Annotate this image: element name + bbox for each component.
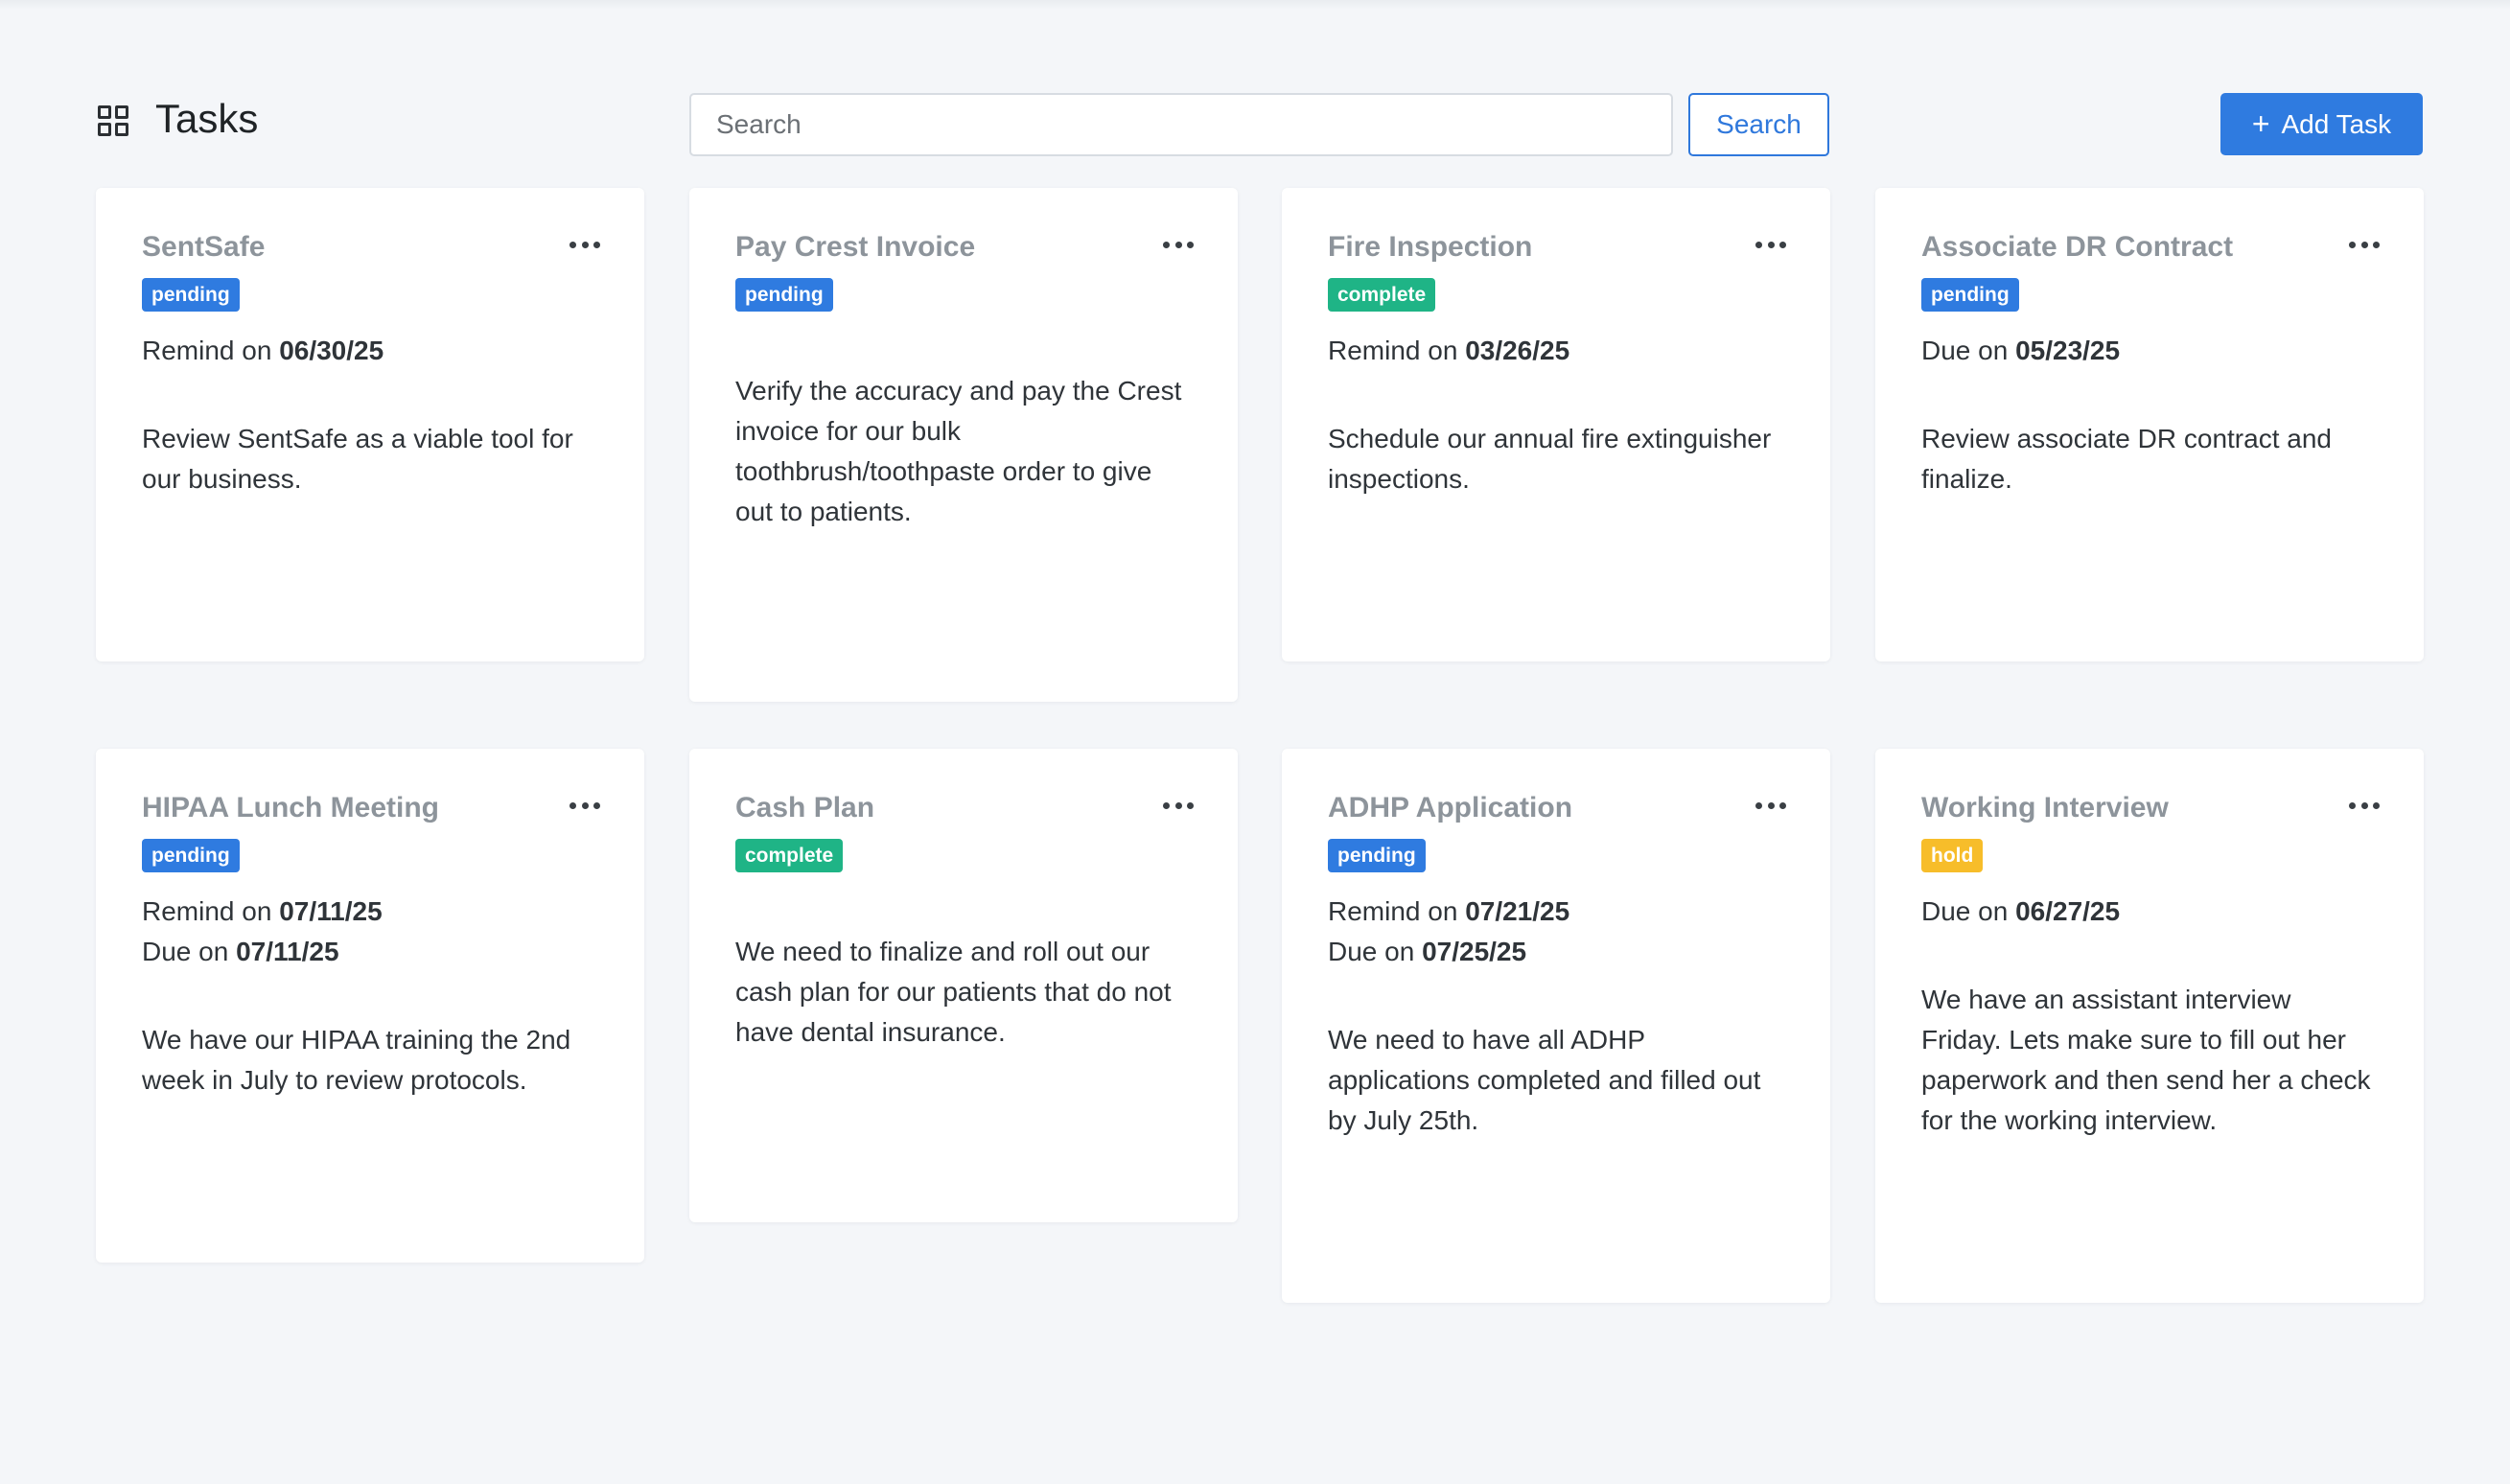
more-options-icon[interactable] — [1755, 242, 1786, 249]
card-description: We need to have all ADHP applications co… — [1328, 1025, 1761, 1135]
card-header: Working Interview — [1921, 749, 2380, 845]
card-header: Pay Crest Invoice — [735, 188, 1194, 284]
remind-line: Remind on 07/21/25 — [1328, 892, 1784, 932]
status-badge: complete — [735, 839, 844, 872]
remind-label: Remind on — [142, 896, 272, 926]
remind-date: 06/30/25 — [279, 336, 384, 365]
task-card-hipaa-lunch-meeting[interactable]: HIPAA Lunch Meeting pending Remind on 07… — [96, 749, 644, 1263]
card-title: Working Interview — [1921, 792, 2169, 823]
card-title: ADHP Application — [1328, 792, 1573, 823]
card-description: We need to finalize and roll out our cas… — [735, 937, 1172, 1047]
task-card-fire-inspection[interactable]: Fire Inspection complete Remind on 03/26… — [1282, 188, 1830, 661]
status-badge: pending — [142, 839, 240, 872]
card-description: We have our HIPAA training the 2nd week … — [142, 1025, 571, 1095]
task-card-associate-dr-contract[interactable]: Associate DR Contract pending Due on 05/… — [1875, 188, 2424, 661]
card-header: ADHP Application — [1328, 749, 1786, 845]
more-options-icon[interactable] — [569, 802, 600, 810]
card-header: Associate DR Contract — [1921, 188, 2380, 284]
due-date: 07/25/25 — [1422, 937, 1527, 966]
task-card-cash-plan[interactable]: Cash Plan complete We need to finalize a… — [689, 749, 1238, 1222]
remind-date: 03/26/25 — [1465, 336, 1570, 365]
remind-label: Remind on — [1328, 896, 1458, 926]
card-header: Fire Inspection — [1328, 188, 1786, 284]
more-options-icon[interactable] — [569, 242, 600, 249]
search-button[interactable]: Search — [1688, 93, 1829, 156]
due-label: Due on — [142, 937, 229, 966]
remind-date: 07/21/25 — [1465, 896, 1570, 926]
page-title: Tasks — [155, 96, 259, 141]
page: Tasks Search + Add Task SentSafe pending… — [0, 0, 2510, 1484]
status-badge: pending — [735, 278, 833, 312]
status-badge: pending — [1921, 278, 2019, 312]
grid-icon — [96, 102, 130, 136]
card-description: Verify the accuracy and pay the Crest in… — [735, 376, 1182, 526]
remind-date: 07/11/25 — [279, 896, 383, 926]
more-options-icon[interactable] — [2349, 802, 2380, 810]
due-label: Due on — [1328, 937, 1415, 966]
remind-label: Remind on — [142, 336, 272, 365]
due-label: Due on — [1921, 336, 2009, 365]
card-header: HIPAA Lunch Meeting — [142, 749, 600, 845]
card-dates: Remind on 07/21/25 Due on 07/25/25 — [1328, 892, 1784, 972]
card-dates: Remind on 06/30/25 — [142, 331, 598, 371]
card-title: Pay Crest Invoice — [735, 231, 976, 263]
remind-line: Remind on 03/26/25 — [1328, 331, 1784, 371]
card-dates: Remind on 07/11/25 Due on 07/11/25 — [142, 892, 598, 972]
card-title: Associate DR Contract — [1921, 231, 2234, 263]
due-date: 07/11/25 — [236, 937, 339, 966]
add-task-button[interactable]: + Add Task — [2220, 93, 2423, 155]
due-date: 05/23/25 — [2015, 336, 2121, 365]
card-dates: Due on 05/23/25 — [1921, 331, 2378, 371]
card-title: Cash Plan — [735, 792, 875, 823]
more-options-icon[interactable] — [1163, 802, 1194, 810]
remind-line: Remind on 06/30/25 — [142, 331, 598, 371]
task-card-sentsafe[interactable]: SentSafe pending Remind on 06/30/25 Revi… — [96, 188, 644, 661]
task-card-adhp-application[interactable]: ADHP Application pending Remind on 07/21… — [1282, 749, 1830, 1303]
search-input[interactable] — [689, 93, 1673, 156]
card-header: SentSafe — [142, 188, 600, 284]
due-line: Due on 07/11/25 — [142, 932, 598, 972]
due-label: Due on — [1921, 896, 2009, 926]
due-line: Due on 05/23/25 — [1921, 331, 2378, 371]
card-description: Review SentSafe as a viable tool for our… — [142, 424, 573, 494]
more-options-icon[interactable] — [2349, 242, 2380, 249]
page-header: Tasks — [96, 92, 258, 146]
due-line: Due on 06/27/25 — [1921, 892, 2378, 932]
due-line: Due on 07/25/25 — [1328, 932, 1784, 972]
more-options-icon[interactable] — [1755, 802, 1786, 810]
plus-icon: + — [2251, 105, 2270, 141]
card-title: Fire Inspection — [1328, 231, 1533, 263]
card-description: Schedule our annual fire extinguisher in… — [1328, 424, 1772, 494]
card-dates: Remind on 03/26/25 — [1328, 331, 1784, 371]
card-description: We have an assistant interview Friday. L… — [1921, 985, 2371, 1135]
status-badge: hold — [1921, 839, 1984, 872]
status-badge: complete — [1328, 278, 1436, 312]
status-badge: pending — [1328, 839, 1426, 872]
remind-line: Remind on 07/11/25 — [142, 892, 598, 932]
due-date: 06/27/25 — [2015, 896, 2121, 926]
add-task-label: Add Task — [2281, 108, 2392, 139]
top-edge — [0, 0, 2510, 10]
card-header: Cash Plan — [735, 749, 1194, 845]
status-badge: pending — [142, 278, 240, 312]
card-title: HIPAA Lunch Meeting — [142, 792, 439, 823]
task-card-working-interview[interactable]: Working Interview hold Due on 06/27/25 W… — [1875, 749, 2424, 1303]
remind-label: Remind on — [1328, 336, 1458, 365]
more-options-icon[interactable] — [1163, 242, 1194, 249]
card-description: Review associate DR contract and finaliz… — [1921, 424, 2332, 494]
card-dates: Due on 06/27/25 — [1921, 892, 2378, 932]
card-title: SentSafe — [142, 231, 266, 263]
task-card-pay-crest-invoice[interactable]: Pay Crest Invoice pending Verify the acc… — [689, 188, 1238, 702]
